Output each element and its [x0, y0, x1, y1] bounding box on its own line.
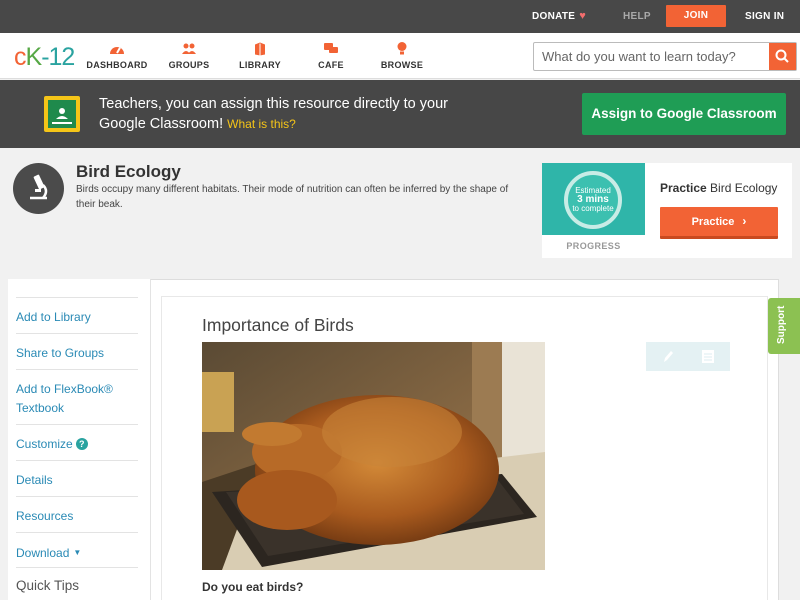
- nav-browse[interactable]: BROWSE: [367, 41, 437, 70]
- nav-groups[interactable]: GROUPS: [154, 41, 224, 70]
- chevron-right-icon: ›: [742, 214, 747, 228]
- help-link[interactable]: HELP: [623, 0, 651, 33]
- progress-tile[interactable]: Estimated 3 mins to complete: [542, 163, 645, 235]
- add-to-library-link[interactable]: Add to Library: [16, 297, 138, 327]
- details-link[interactable]: Details: [16, 460, 138, 490]
- what-is-this-link[interactable]: What is this?: [227, 117, 296, 131]
- search-button[interactable]: [769, 43, 796, 70]
- google-classroom-banner: Teachers, you can assign this resource d…: [0, 80, 800, 148]
- pencil-icon[interactable]: [661, 349, 675, 364]
- join-button[interactable]: JOIN: [666, 5, 726, 27]
- nav-library[interactable]: LIBRARY: [225, 41, 295, 70]
- banner-message: Teachers, you can assign this resource d…: [99, 96, 448, 132]
- article-title: Importance of Birds: [202, 315, 354, 335]
- nav-cafe[interactable]: CAFE: [296, 41, 366, 70]
- microscope-icon: [13, 163, 64, 214]
- search-input[interactable]: [534, 43, 770, 70]
- nav-dashboard[interactable]: DASHBOARD: [82, 41, 152, 70]
- concept-description: Birds occupy many different habitats. Th…: [76, 184, 509, 210]
- concept-title: Bird Ecology: [76, 162, 181, 181]
- roast-turkey-image: [202, 342, 545, 570]
- main-nav: cK-12 DASHBOARD GROUPS LIBRARY CAFE BROW…: [0, 33, 800, 79]
- share-to-groups-link[interactable]: Share to Groups: [16, 333, 138, 363]
- help-icon[interactable]: ?: [75, 438, 88, 450]
- cafe-icon: [324, 43, 338, 53]
- article-tools: [646, 342, 730, 371]
- add-to-flexbook-link[interactable]: Add to FlexBook® Textbook: [16, 369, 138, 418]
- search-box: [533, 42, 797, 71]
- donate-label: DONATE: [532, 11, 576, 22]
- sign-in-link[interactable]: SIGN IN: [745, 0, 784, 33]
- customize-link[interactable]: Customize?: [16, 424, 138, 454]
- heart-icon: ♥: [579, 10, 587, 22]
- browse-icon: [397, 42, 407, 55]
- progress-label: PROGRESS: [566, 241, 621, 251]
- quick-tips-heading: Quick Tips: [16, 567, 138, 593]
- practice-card: Estimated 3 mins to complete PROGRESS Pr…: [542, 163, 792, 258]
- google-classroom-icon: [44, 96, 80, 132]
- resources-link[interactable]: Resources: [16, 496, 138, 526]
- article-question: Do you eat birds?: [202, 580, 304, 594]
- library-icon: [255, 42, 265, 56]
- download-link[interactable]: Download ▼: [16, 532, 138, 563]
- donate-link[interactable]: DONATE ♥: [532, 0, 586, 33]
- groups-icon: [182, 43, 196, 54]
- top-utility-bar: DONATE ♥ HELP JOIN SIGN IN: [0, 0, 800, 33]
- progress-circle: Estimated 3 mins to complete: [564, 171, 622, 229]
- assign-google-classroom-button[interactable]: Assign to Google Classroom: [582, 93, 786, 135]
- caret-down-icon: ▼: [73, 548, 82, 557]
- practice-title: Practice Bird Ecology: [660, 181, 778, 195]
- dashboard-icon: [110, 47, 124, 54]
- practice-button[interactable]: Practice ›: [660, 207, 778, 239]
- support-tab[interactable]: Support: [768, 298, 800, 354]
- search-icon: [775, 49, 789, 63]
- notes-icon[interactable]: [701, 349, 715, 364]
- ck12-logo[interactable]: cK-12: [14, 43, 75, 72]
